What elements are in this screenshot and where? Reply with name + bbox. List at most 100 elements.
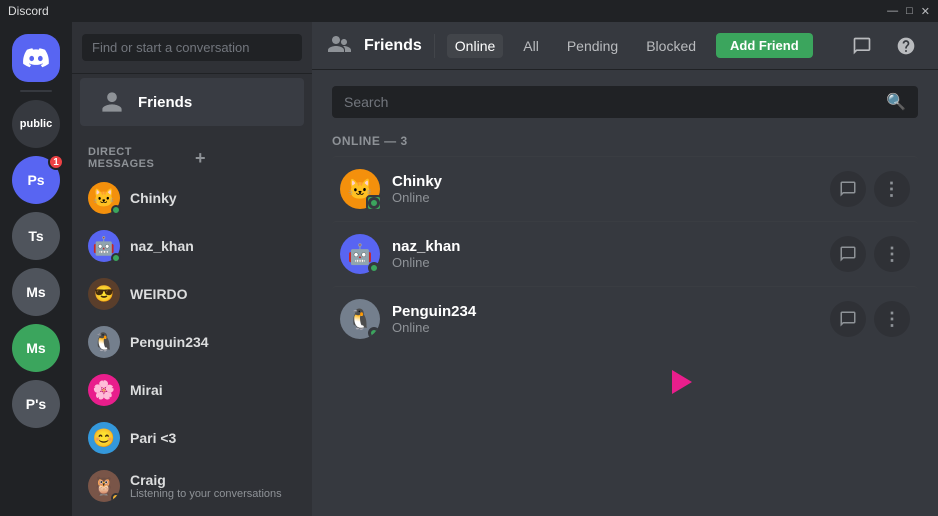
server-ms1[interactable]: Ms: [12, 268, 60, 316]
friends-header: Friends Online All Pending Blocked Add F…: [312, 22, 938, 70]
search-friends-input[interactable]: [344, 94, 886, 110]
dm-item-mirai[interactable]: 🌸 Mirai: [80, 366, 304, 414]
direct-messages-label: DIRECT MESSAGES: [88, 146, 195, 170]
avatar-penguin234: 🐧: [88, 326, 120, 358]
header-divider: [434, 34, 435, 58]
avatar-craig: 🦉: [88, 470, 120, 502]
friend-actions-penguin234: ⋮: [830, 301, 910, 337]
server-public[interactable]: public: [12, 100, 60, 148]
status-indicator-naz-khan: [111, 253, 121, 263]
dm-info-naz-khan: naz_khan: [130, 238, 296, 254]
dm-name-penguin234: Penguin234: [130, 334, 296, 350]
message-penguin234-button[interactable]: [830, 301, 866, 337]
content-area: Friends Online All Pending Blocked Add F…: [312, 22, 938, 516]
server-ms2[interactable]: Ms: [12, 324, 60, 372]
dm-info-weirdo: WEIRDO: [130, 286, 296, 302]
dm-info-penguin234: Penguin234: [130, 334, 296, 350]
search-friends-container: 🔍: [332, 86, 918, 118]
maximize-button[interactable]: □: [906, 5, 913, 18]
window-controls: — □ ✕: [887, 5, 930, 18]
dm-item-craig[interactable]: 🦉 Craig Listening to your conversations: [80, 462, 304, 510]
add-friend-button[interactable]: Add Friend: [716, 33, 813, 58]
more-chinky-button[interactable]: ⋮: [874, 171, 910, 207]
friend-info-penguin234: Penguin234 Online: [392, 303, 830, 335]
friend-info-naz-khan: naz_khan Online: [392, 238, 830, 270]
tab-blocked[interactable]: Blocked: [638, 34, 704, 58]
avatar-chinky: 🐱: [88, 182, 120, 214]
server-label: Ps: [27, 172, 44, 188]
dm-item-naz-khan[interactable]: 🤖 naz_khan: [80, 222, 304, 270]
dm-info-pari: Pari <3: [130, 430, 296, 446]
dm-item-chinky[interactable]: 🐱 Chinky: [80, 174, 304, 222]
status-dot-naz-khan: [368, 262, 380, 274]
status-dot-chinky: [368, 197, 380, 209]
friend-row-penguin234[interactable]: 🐧 Penguin234 Online ⋮: [332, 286, 918, 351]
dm-name-weirdo: WEIRDO: [130, 286, 296, 302]
friend-info-chinky: Chinky Online: [392, 173, 830, 205]
message-naz-khan-button[interactable]: [830, 236, 866, 272]
friend-actions-chinky: ⋮: [830, 171, 910, 207]
find-conversation-input[interactable]: [82, 34, 302, 61]
home-button[interactable]: [12, 34, 60, 82]
notification-badge: 1: [48, 154, 64, 170]
server-label: Ms: [26, 284, 45, 300]
online-header: ONLINE — 3: [332, 134, 918, 148]
avatar-naz-khan-main: 🤖: [340, 234, 380, 274]
titlebar: Discord — □ ✕: [0, 0, 938, 22]
server-ps[interactable]: Ps 1: [12, 156, 60, 204]
add-dm-button[interactable]: +: [195, 149, 302, 167]
more-naz-khan-button[interactable]: ⋮: [874, 236, 910, 272]
inbox-button[interactable]: [846, 30, 878, 62]
dm-name-chinky: Chinky: [130, 190, 296, 206]
server-ps2[interactable]: P's: [12, 380, 60, 428]
dm-info-chinky: Chinky: [130, 190, 296, 206]
dm-name-pari: Pari <3: [130, 430, 296, 446]
friend-status-chinky: Online: [392, 190, 830, 205]
minimize-button[interactable]: —: [887, 5, 898, 18]
friends-icon: [96, 86, 128, 118]
status-indicator-craig: [111, 493, 120, 502]
search-icon: 🔍: [886, 92, 906, 112]
dm-search-area: [72, 22, 312, 74]
dm-list-header: DIRECT MESSAGES +: [72, 130, 312, 174]
main-layout: public Ps 1 Ts Ms Ms P's: [0, 22, 938, 516]
dm-name-mirai: Mirai: [130, 382, 296, 398]
tab-online[interactable]: Online: [447, 34, 503, 58]
help-button[interactable]: [890, 30, 922, 62]
dm-status-craig: Listening to your conversations: [130, 488, 296, 500]
friend-name-chinky: Chinky: [392, 173, 830, 190]
dm-item-pari[interactable]: 😊 Pari <3: [80, 414, 304, 462]
avatar-chinky-main: 🐱 🎮: [340, 169, 380, 209]
close-button[interactable]: ✕: [921, 5, 930, 18]
friend-status-penguin234: Online: [392, 320, 830, 335]
avatar-naz-khan: 🤖: [88, 230, 120, 262]
dm-item-penguin234[interactable]: 🐧 Penguin234: [80, 318, 304, 366]
friend-actions-naz-khan: ⋮: [830, 236, 910, 272]
friends-label: Friends: [138, 94, 192, 111]
server-divider: [20, 90, 52, 92]
tab-pending[interactable]: Pending: [559, 34, 626, 58]
friend-status-naz-khan: Online: [392, 255, 830, 270]
server-label: Ms: [26, 340, 45, 356]
status-dot-penguin234: [368, 327, 380, 339]
more-penguin234-button[interactable]: ⋮: [874, 301, 910, 337]
dm-sidebar: Friends DIRECT MESSAGES + 🐱 Chinky: [72, 22, 312, 516]
arrow-indicator: [672, 370, 692, 394]
server-ts[interactable]: Ts: [12, 212, 60, 260]
avatar-mirai: 🌸: [88, 374, 120, 406]
dm-name-naz-khan: naz_khan: [130, 238, 296, 254]
dm-item-weirdo[interactable]: 😎 WEIRDO: [80, 270, 304, 318]
dm-name-craig: Craig: [130, 472, 296, 488]
server-label: P's: [26, 396, 46, 412]
tab-all[interactable]: All: [515, 34, 547, 58]
friend-name-penguin234: Penguin234: [392, 303, 830, 320]
app-title: Discord: [8, 4, 49, 18]
friend-row-chinky[interactable]: 🐱 🎮 Chinky Online ⋮: [332, 156, 918, 221]
friend-row-naz-khan[interactable]: 🤖 naz_khan Online ⋮: [332, 221, 918, 286]
message-chinky-button[interactable]: [830, 171, 866, 207]
server-label: Ts: [28, 228, 43, 244]
friends-nav-button[interactable]: Friends: [80, 78, 304, 126]
friends-content: 🔍 ONLINE — 3 🐱 🎮 Chinky Online: [312, 70, 938, 516]
dm-item-chillzone[interactable]: 🤖 ChillZone Bot: [80, 510, 304, 516]
dm-info-craig: Craig Listening to your conversations: [130, 472, 296, 500]
